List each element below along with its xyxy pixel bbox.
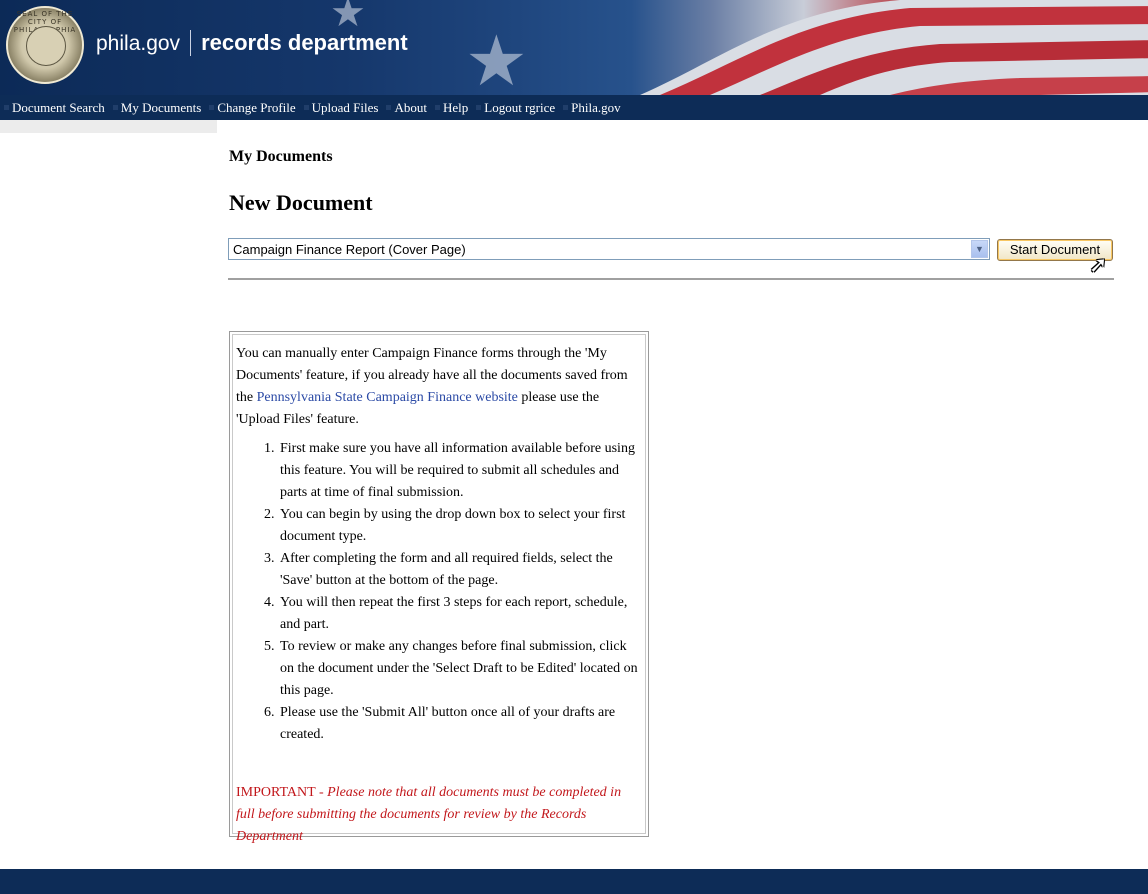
list-item: Please use the 'Submit All' button once … <box>278 702 642 746</box>
mouse-pointer-icon: ➚ <box>1089 252 1108 277</box>
main-nav: Document Search My Documents Change Prof… <box>0 95 1148 120</box>
nav-bullet-icon <box>112 105 118 110</box>
instructions-panel: You can manually enter Campaign Finance … <box>229 331 649 844</box>
nav-label: Change Profile <box>217 99 296 115</box>
site-name: phila.gov <box>96 32 181 55</box>
nav-label: Help <box>442 99 469 115</box>
city-seal-logo[interactable]: SEAL OF THE CITY OF PHILADELPHIA <box>6 6 84 84</box>
nav-item-help[interactable]: Help <box>434 99 469 116</box>
nav-label: My Documents <box>120 99 202 115</box>
instructions-intro: You can manually enter Campaign Finance … <box>236 343 642 431</box>
list-item: First make sure you have all information… <box>278 438 642 504</box>
nav-bullet-icon <box>209 105 215 110</box>
brand-divider <box>190 30 192 56</box>
nav-label: About <box>394 99 427 115</box>
important-label: IMPORTANT - <box>236 785 328 800</box>
star-decoration: ★ <box>465 20 528 95</box>
nav-bullet-icon <box>476 105 482 110</box>
nav-item-logout[interactable]: Logout rgrice <box>476 100 555 116</box>
important-notice: IMPORTANT - Please note that all documen… <box>236 782 642 848</box>
page-title: New Document <box>229 190 373 215</box>
nav-item-phila-gov[interactable]: Phila.gov <box>563 99 621 116</box>
list-item: You will then repeat the first 3 steps f… <box>278 592 642 636</box>
nav-item-change-profile[interactable]: Change Profile <box>209 99 296 116</box>
seal-emblem <box>26 26 66 66</box>
nav-item-upload-files[interactable]: Upload Files <box>303 99 379 116</box>
sidebar-strip <box>0 120 217 133</box>
list-item: To review or make any changes before fin… <box>278 636 642 702</box>
document-type-select[interactable]: Campaign Finance Report (Cover Page) ▼ <box>228 238 990 260</box>
department-name: records department <box>201 30 408 55</box>
nav-bullet-icon <box>303 105 309 110</box>
nav-label: Document Search <box>12 99 105 115</box>
nav-bullet-icon <box>386 105 392 110</box>
nav-item-my-documents[interactable]: My Documents <box>112 99 202 116</box>
nav-bullet-icon <box>563 105 569 110</box>
nav-label: Upload Files <box>311 99 379 115</box>
site-brand[interactable]: phila.gov records department <box>96 30 408 56</box>
flag-graphic <box>640 0 1148 95</box>
site-header: ★ ★ SEAL OF THE CITY OF PHILADELPHIA phi… <box>0 0 1148 95</box>
nav-bullet-icon <box>4 105 9 110</box>
selected-document-type: Campaign Finance Report (Cover Page) <box>233 242 466 257</box>
instruction-steps: First make sure you have all information… <box>236 438 642 746</box>
list-item: You can begin by using the drop down box… <box>278 504 642 548</box>
divider <box>228 278 1114 280</box>
nav-label: Phila.gov <box>571 99 621 115</box>
footer-bar <box>0 869 1148 894</box>
nav-item-document-search[interactable]: Document Search <box>4 100 105 116</box>
section-title: My Documents <box>229 148 333 165</box>
nav-bullet-icon <box>434 105 440 110</box>
chevron-down-icon[interactable]: ▼ <box>971 240 988 258</box>
pa-campaign-finance-link[interactable]: Pennsylvania State Campaign Finance webs… <box>257 390 518 405</box>
nav-label: Logout rgrice <box>484 99 556 115</box>
nav-item-about[interactable]: About <box>386 100 427 116</box>
list-item: After completing the form and all requir… <box>278 548 642 592</box>
